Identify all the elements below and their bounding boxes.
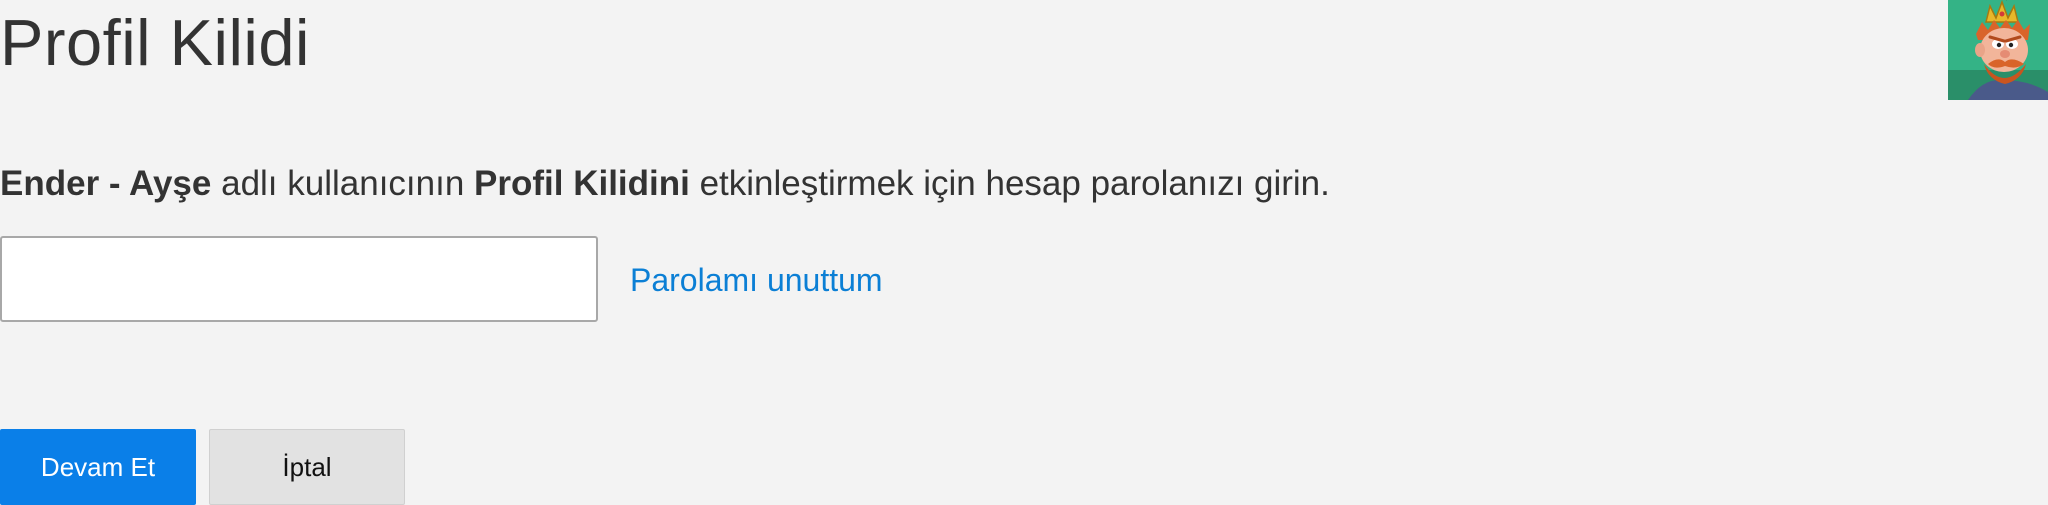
instructions-part2: etkinleştirmek için hesap parolanızı gir…: [689, 164, 1330, 203]
page-title: Profil Kilidi: [0, 6, 310, 79]
continue-button[interactable]: Devam Et: [0, 429, 196, 505]
forgot-password-link[interactable]: Parolamı unuttum: [630, 260, 883, 300]
profile-lock-page: Profil Kilidi Ender - Ayşe adlı kullanıc…: [0, 0, 2048, 505]
feature-name: Profil Kilidini: [474, 164, 690, 203]
instructions-part1: adlı kullanıcının: [211, 164, 475, 203]
profile-avatar: [1948, 0, 2048, 100]
instructions-text: Ender - Ayşe adlı kullanıcının Profil Ki…: [0, 160, 1330, 208]
avatar-king-icon: [1948, 0, 2048, 100]
password-input[interactable]: [0, 236, 598, 322]
cancel-button[interactable]: İptal: [209, 429, 405, 505]
profile-name: Ender - Ayşe: [0, 164, 212, 203]
